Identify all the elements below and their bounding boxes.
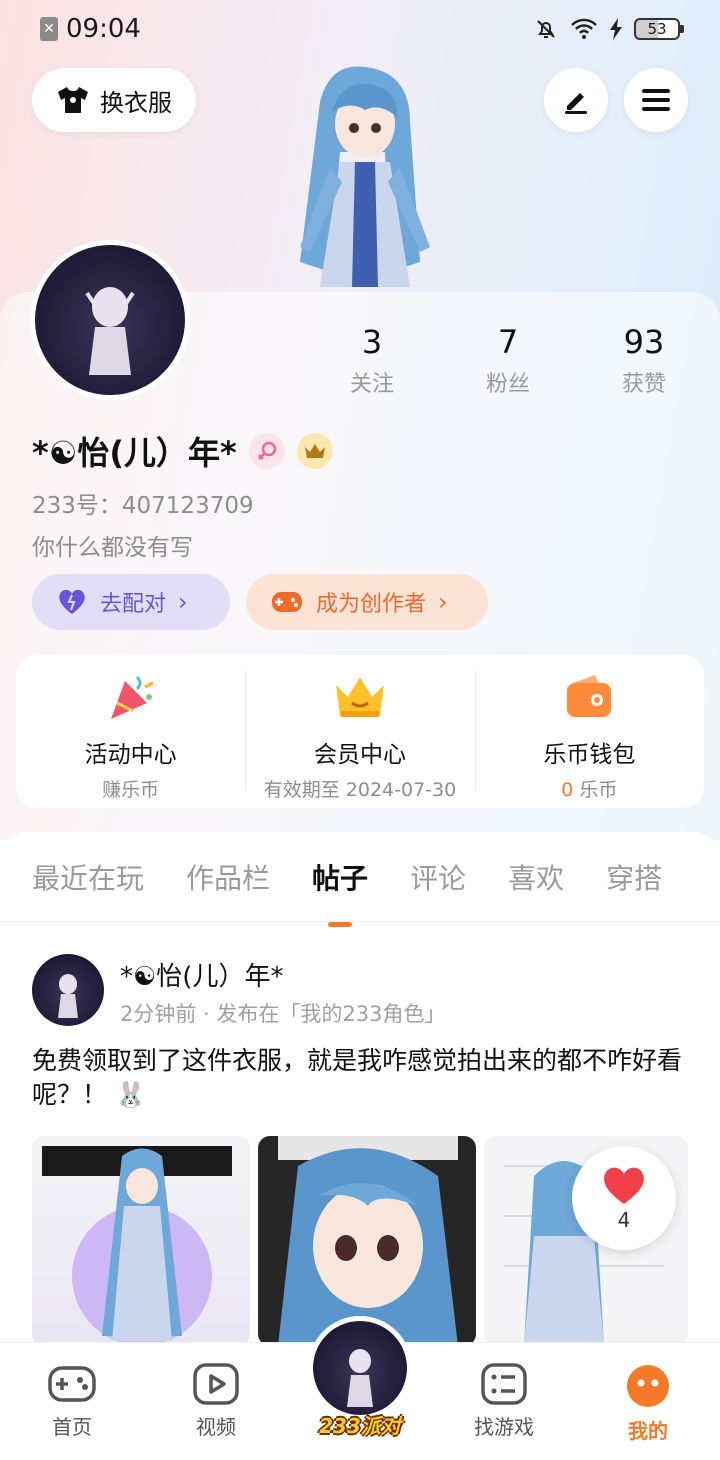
heart-icon: [59, 589, 85, 614]
bell-muted-icon: [537, 20, 555, 38]
party-label[interactable]: 233派对: [312, 1410, 408, 1439]
chevron-right-icon: ›: [438, 588, 448, 616]
profile-name: *☯怡(儿）年*: [32, 434, 237, 472]
profile-face-icon: [627, 1365, 669, 1407]
quick-link-title: 活动中心: [84, 742, 177, 768]
go-match-button[interactable]: 去配对 ›: [32, 574, 230, 630]
crown-badge-icon[interactable]: [296, 433, 333, 469]
wallet-icon: [567, 675, 612, 717]
stat-value: 7: [497, 323, 519, 361]
nav-video[interactable]: 视频: [144, 1343, 288, 1460]
gamepad-icon: [48, 1366, 96, 1402]
become-creator-label: 成为创作者: [316, 592, 427, 617]
status-time: 09:04: [66, 14, 141, 44]
tab-works[interactable]: 作品栏: [186, 857, 270, 897]
tab-recent-played[interactable]: 最近在玩: [32, 857, 144, 897]
post-like-button[interactable]: 4: [572, 1146, 676, 1250]
game-list-icon: [481, 1363, 527, 1405]
post-text: 免费领取到了这件衣服，就是我咋感觉拍出来的都不咋好看呢？！ 🐰: [32, 1046, 683, 1109]
tab-posts[interactable]: 帖子: [312, 857, 368, 897]
outfit-photo: [278, 1136, 458, 1346]
status-bar: ✕ 09:04 53: [0, 0, 720, 58]
coin-balance: 0: [561, 779, 574, 801]
menu-button[interactable]: [624, 68, 688, 132]
like-count: 4: [617, 1208, 631, 1232]
post-author-name[interactable]: *☯怡(儿）年*: [120, 956, 283, 993]
become-creator-button[interactable]: 成为创作者 ›: [246, 574, 488, 630]
post-image-2[interactable]: [258, 1136, 476, 1346]
stat-label: 粉丝: [485, 372, 530, 397]
nav-label: 我的: [628, 1419, 668, 1443]
quick-link-subtitle: 赚乐币: [102, 779, 160, 801]
profile-avatar[interactable]: [30, 240, 190, 400]
tab-likes[interactable]: 喜欢: [508, 857, 564, 897]
edit-profile-button[interactable]: [544, 68, 608, 132]
video-play-icon: [193, 1363, 239, 1405]
chevron-right-icon: ›: [178, 588, 188, 616]
tab-comments[interactable]: 评论: [410, 857, 466, 897]
avatar-character-image: [85, 287, 135, 375]
female-symbol-icon: [248, 433, 285, 469]
tab-outfits[interactable]: 穿搭: [606, 857, 662, 897]
profile-tabs: 最近在玩 作品栏 帖子 评论 喜欢 穿搭: [0, 832, 720, 922]
wifi-icon: [571, 18, 597, 39]
stat-label: 获赞: [621, 372, 666, 397]
member-center-link[interactable]: 会员中心 有效期至 2024-07-30: [245, 655, 474, 808]
character-avatar-image[interactable]: [270, 62, 450, 294]
activity-center-link[interactable]: 活动中心 赚乐币: [16, 655, 245, 808]
party-fab-button[interactable]: [308, 1316, 412, 1420]
no-sim-icon: ✕: [40, 17, 58, 41]
post-image-1[interactable]: [32, 1136, 250, 1346]
nav-me[interactable]: 我的: [576, 1343, 720, 1460]
nav-home[interactable]: 首页: [0, 1343, 144, 1460]
post-author-avatar[interactable]: [32, 954, 104, 1026]
profile-name-row: *☯怡(儿）年*: [32, 428, 333, 474]
party-popper-icon: [110, 675, 154, 719]
party-avatar-icon: [313, 1321, 407, 1415]
change-outfit-label: 换衣服: [100, 88, 172, 117]
quick-link-subtitle: 0 乐币: [561, 775, 617, 802]
avatar-character-image: [58, 974, 78, 1018]
crown-icon: [335, 677, 384, 717]
outfit-photo: [42, 1146, 232, 1346]
stat-value: 3: [361, 323, 383, 361]
post-meta: 2分钟前 · 发布在「我的233角色」: [120, 1002, 446, 1026]
profile-stats: 3 关注 7 粉丝 93 获赞: [304, 322, 714, 398]
coin-wallet-link[interactable]: 乐币钱包 0 乐币: [474, 655, 704, 808]
quick-link-title: 乐币钱包: [543, 742, 636, 768]
profile-bio: 你什么都没有写: [32, 535, 193, 561]
gamepad-icon: [272, 592, 302, 612]
go-match-label: 去配对: [100, 592, 167, 617]
nav-label: 找游戏: [474, 1415, 534, 1439]
quick-link-subtitle: 有效期至 2024-07-30: [263, 779, 457, 801]
nav-find-games[interactable]: 找游戏: [432, 1343, 576, 1460]
heart-icon: [604, 1167, 644, 1204]
stat-likes[interactable]: 93 获赞: [576, 322, 712, 398]
stat-following[interactable]: 3 关注: [304, 322, 440, 398]
stat-label: 关注: [349, 372, 394, 397]
stat-value: 93: [623, 323, 665, 361]
battery-indicator: 53: [634, 18, 684, 40]
hamburger-menu-icon: [642, 89, 670, 111]
nav-label: 首页: [52, 1415, 92, 1439]
profile-id: 233号：407123709: [32, 493, 254, 519]
pencil-icon: [565, 93, 587, 114]
quick-links-card: 活动中心 赚乐币 会员中心 有效期至 2024-07-30 乐币钱包 0 乐币: [16, 655, 704, 808]
charging-bolt-icon: [610, 18, 622, 40]
nav-label: 视频: [196, 1415, 236, 1439]
quick-link-title: 会员中心: [313, 742, 406, 768]
stat-followers[interactable]: 7 粉丝: [440, 322, 576, 398]
coin-unit: 乐币: [579, 779, 618, 801]
tshirt-icon: [58, 87, 88, 113]
change-outfit-button[interactable]: 换衣服: [32, 68, 196, 132]
